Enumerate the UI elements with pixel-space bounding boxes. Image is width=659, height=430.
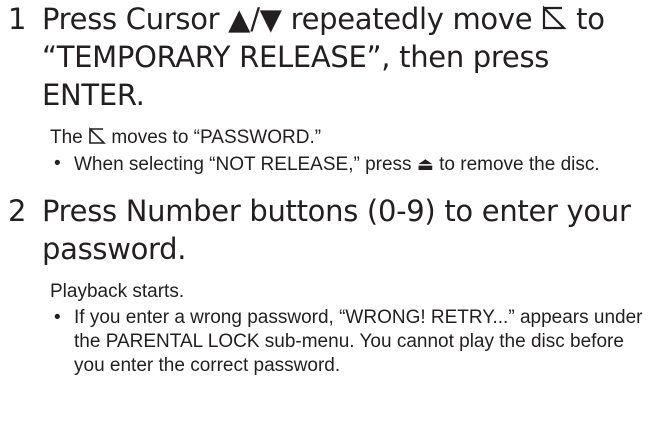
step-intro: The moves to “PASSWORD.”: [50, 126, 659, 150]
heading-text-part: Press Cursor ▲/▼ repeatedly move: [42, 2, 533, 36]
bullet-item: • When selecting “NOT RELEASE,” press ⏏ …: [50, 152, 659, 177]
eject-icon: ⏏: [416, 154, 434, 174]
step-heading-text: Press Number buttons (0-9) to enter your…: [42, 194, 631, 266]
step-heading-text: Press Cursor ▲/▼ repeatedly move to “TEM…: [42, 0, 659, 114]
step-1-heading: 1 Press Cursor ▲/▼ repeatedly move to “T…: [8, 0, 659, 114]
step-2: 2 Press Number buttons (0-9) to enter yo…: [8, 192, 659, 378]
bullet-text: If you enter a wrong password, “WRONG! R…: [74, 307, 643, 376]
bullet-item: • If you enter a wrong password, “WRONG!…: [50, 306, 659, 378]
step-intro: Playback starts.: [50, 281, 185, 302]
step-2-heading: 2 Press Number buttons (0-9) to enter yo…: [8, 192, 659, 268]
intro-text-part: The: [50, 127, 83, 148]
cursor-arrow-icon: [88, 126, 106, 150]
bullet-dot: •: [54, 307, 61, 328]
bullet-text-part: to remove the disc.: [439, 154, 600, 175]
bullet-text-part: When selecting “NOT RELEASE,” press: [74, 154, 412, 175]
step-1: 1 Press Cursor ▲/▼ repeatedly move to “T…: [8, 0, 659, 177]
intro-text-part: moves to “PASSWORD.”: [111, 127, 322, 148]
bullet-dot: •: [54, 153, 61, 174]
step-number: 2: [8, 194, 27, 228]
step-1-body: The moves to “PASSWORD.” • When selectin…: [50, 126, 659, 177]
step-2-body: Playback starts. • If you enter a wrong …: [50, 280, 659, 378]
bullet-text: When selecting “NOT RELEASE,” press ⏏ to…: [74, 152, 659, 177]
step-number: 1: [8, 2, 27, 36]
cursor-arrow-icon: [541, 0, 567, 38]
